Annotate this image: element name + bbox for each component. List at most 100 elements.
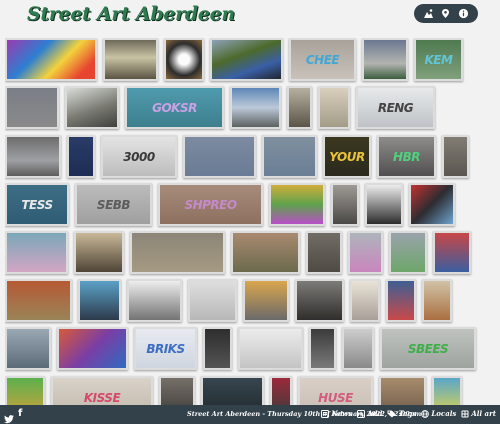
art-thumbnail[interactable]: [442, 135, 469, 178]
add-icon: [357, 409, 366, 418]
tags-icon: [387, 410, 396, 417]
art-thumbnail[interactable]: SEBB: [75, 183, 152, 226]
site-title[interactable]: Street Art Aberdeen: [27, 3, 235, 25]
gallery-row: BRIKS SBEES: [5, 327, 476, 370]
graffiti-tag-text: BRIKS: [146, 341, 185, 356]
footer-link-locals[interactable]: Locals: [421, 409, 456, 418]
art-thumbnail[interactable]: [331, 183, 359, 226]
app-window: Street Art Aberdeen CHEE KEM GOKSR RENG 3000…: [0, 0, 500, 424]
gallery-row: [5, 231, 471, 274]
art-thumbnail[interactable]: [188, 279, 237, 322]
graffiti-tag-text: HBR: [393, 149, 420, 164]
art-thumbnail[interactable]: [362, 38, 408, 81]
graffiti-tag-text: KEM: [424, 52, 453, 67]
art-thumbnail[interactable]: [74, 231, 124, 274]
art-thumbnail[interactable]: [269, 183, 325, 226]
map-pin-icon[interactable]: [440, 8, 452, 20]
gallery-row: 3000 YOUR HBR: [5, 135, 469, 178]
art-thumbnail[interactable]: [295, 279, 344, 322]
footer-link-news[interactable]: News: [321, 409, 352, 418]
art-thumbnail[interactable]: [65, 86, 119, 129]
art-thumbnail[interactable]: [159, 376, 195, 406]
gallery-row: KISSE HUSE: [5, 376, 462, 406]
art-thumbnail[interactable]: [5, 231, 68, 274]
art-thumbnail[interactable]: [386, 279, 416, 322]
art-thumbnail[interactable]: [262, 135, 317, 178]
facebook-icon[interactable]: f: [18, 408, 22, 419]
footer-link-all-art-label: All art: [471, 409, 496, 418]
art-thumbnail[interactable]: [5, 38, 97, 81]
gallery-view-icon[interactable]: [423, 8, 435, 20]
graffiti-tag-text: CHEE: [305, 52, 340, 67]
footer-link-news-label: News: [331, 409, 353, 418]
art-thumbnail[interactable]: [78, 279, 121, 322]
footer-link-all-art[interactable]: All art: [461, 409, 496, 418]
art-thumbnail[interactable]: [57, 327, 128, 370]
art-thumbnail[interactable]: SHPREO: [158, 183, 263, 226]
art-thumbnail[interactable]: CHEE: [289, 38, 356, 81]
globe-icon: [421, 409, 430, 418]
news-icon: [321, 409, 330, 418]
art-thumbnail[interactable]: [422, 279, 452, 322]
footer-link-add[interactable]: Add: [357, 409, 382, 418]
art-thumbnail[interactable]: TESS: [5, 183, 69, 226]
art-thumbnail[interactable]: [203, 327, 232, 370]
art-thumbnail[interactable]: [164, 38, 204, 81]
art-thumbnail[interactable]: [127, 279, 182, 322]
art-thumbnail[interactable]: YOUR: [323, 135, 371, 178]
art-thumbnail[interactable]: SBEES: [380, 327, 476, 370]
art-thumbnail[interactable]: KEM: [414, 38, 463, 81]
art-thumbnail[interactable]: KISSE: [51, 376, 153, 406]
graffiti-tag-text: HUSE: [318, 390, 353, 405]
art-thumbnail[interactable]: [270, 376, 292, 406]
art-thumbnail[interactable]: [433, 231, 471, 274]
art-thumbnail[interactable]: GOKSR: [125, 86, 224, 129]
art-thumbnail[interactable]: [67, 135, 95, 178]
art-thumbnail[interactable]: [309, 327, 336, 370]
art-thumbnail[interactable]: [183, 135, 256, 178]
art-thumbnail[interactable]: HBR: [377, 135, 436, 178]
gallery-row: [5, 279, 452, 322]
twitter-icon[interactable]: [4, 409, 14, 424]
art-thumbnail[interactable]: [432, 376, 462, 406]
footer-link-tags[interactable]: Tags: [387, 409, 416, 418]
art-thumbnail[interactable]: [379, 376, 426, 406]
art-thumbnail[interactable]: [5, 86, 59, 129]
gallery-row: CHEE KEM: [5, 38, 463, 81]
art-thumbnail[interactable]: [306, 231, 342, 274]
art-thumbnail[interactable]: [348, 231, 383, 274]
art-thumbnail[interactable]: BRIKS: [134, 327, 197, 370]
graffiti-tag-text: KISSE: [83, 390, 121, 405]
gallery-row: TESS SEBB SHPREO: [5, 183, 455, 226]
art-thumbnail[interactable]: [231, 231, 300, 274]
art-gallery-grid: CHEE KEM GOKSR RENG 3000 YOUR HBR TESS SEBB SHPRE…: [5, 38, 495, 406]
graffiti-tag-text: TESS: [21, 197, 53, 212]
art-thumbnail[interactable]: [350, 279, 380, 322]
graffiti-tag-text: GOKSR: [152, 100, 197, 115]
art-thumbnail[interactable]: RENG: [356, 86, 435, 129]
art-thumbnail[interactable]: HUSE: [298, 376, 373, 406]
art-thumbnail[interactable]: [5, 327, 51, 370]
art-thumbnail[interactable]: [230, 86, 281, 129]
art-thumbnail[interactable]: [103, 38, 158, 81]
art-thumbnail[interactable]: [243, 279, 289, 322]
art-thumbnail[interactable]: [201, 376, 264, 406]
art-thumbnail[interactable]: [5, 376, 45, 406]
art-thumbnail[interactable]: [409, 183, 455, 226]
footer-nav: News Add Tags Locals All art: [321, 409, 496, 418]
info-icon[interactable]: [457, 8, 469, 20]
art-thumbnail[interactable]: [5, 135, 61, 178]
footer-bar: f Street Art Aberdeen - Thursday 10th of…: [0, 405, 500, 424]
toolbar: [414, 4, 478, 23]
art-thumbnail[interactable]: [365, 183, 403, 226]
art-thumbnail[interactable]: [287, 86, 312, 129]
art-thumbnail[interactable]: [5, 279, 72, 322]
art-thumbnail[interactable]: [318, 86, 350, 129]
art-thumbnail[interactable]: [389, 231, 427, 274]
art-thumbnail[interactable]: [210, 38, 283, 81]
art-thumbnail[interactable]: [342, 327, 374, 370]
art-thumbnail[interactable]: 3000: [101, 135, 177, 178]
art-thumbnail[interactable]: [130, 231, 225, 274]
art-thumbnail[interactable]: [238, 327, 303, 370]
graffiti-tag-text: SBEES: [407, 341, 449, 356]
